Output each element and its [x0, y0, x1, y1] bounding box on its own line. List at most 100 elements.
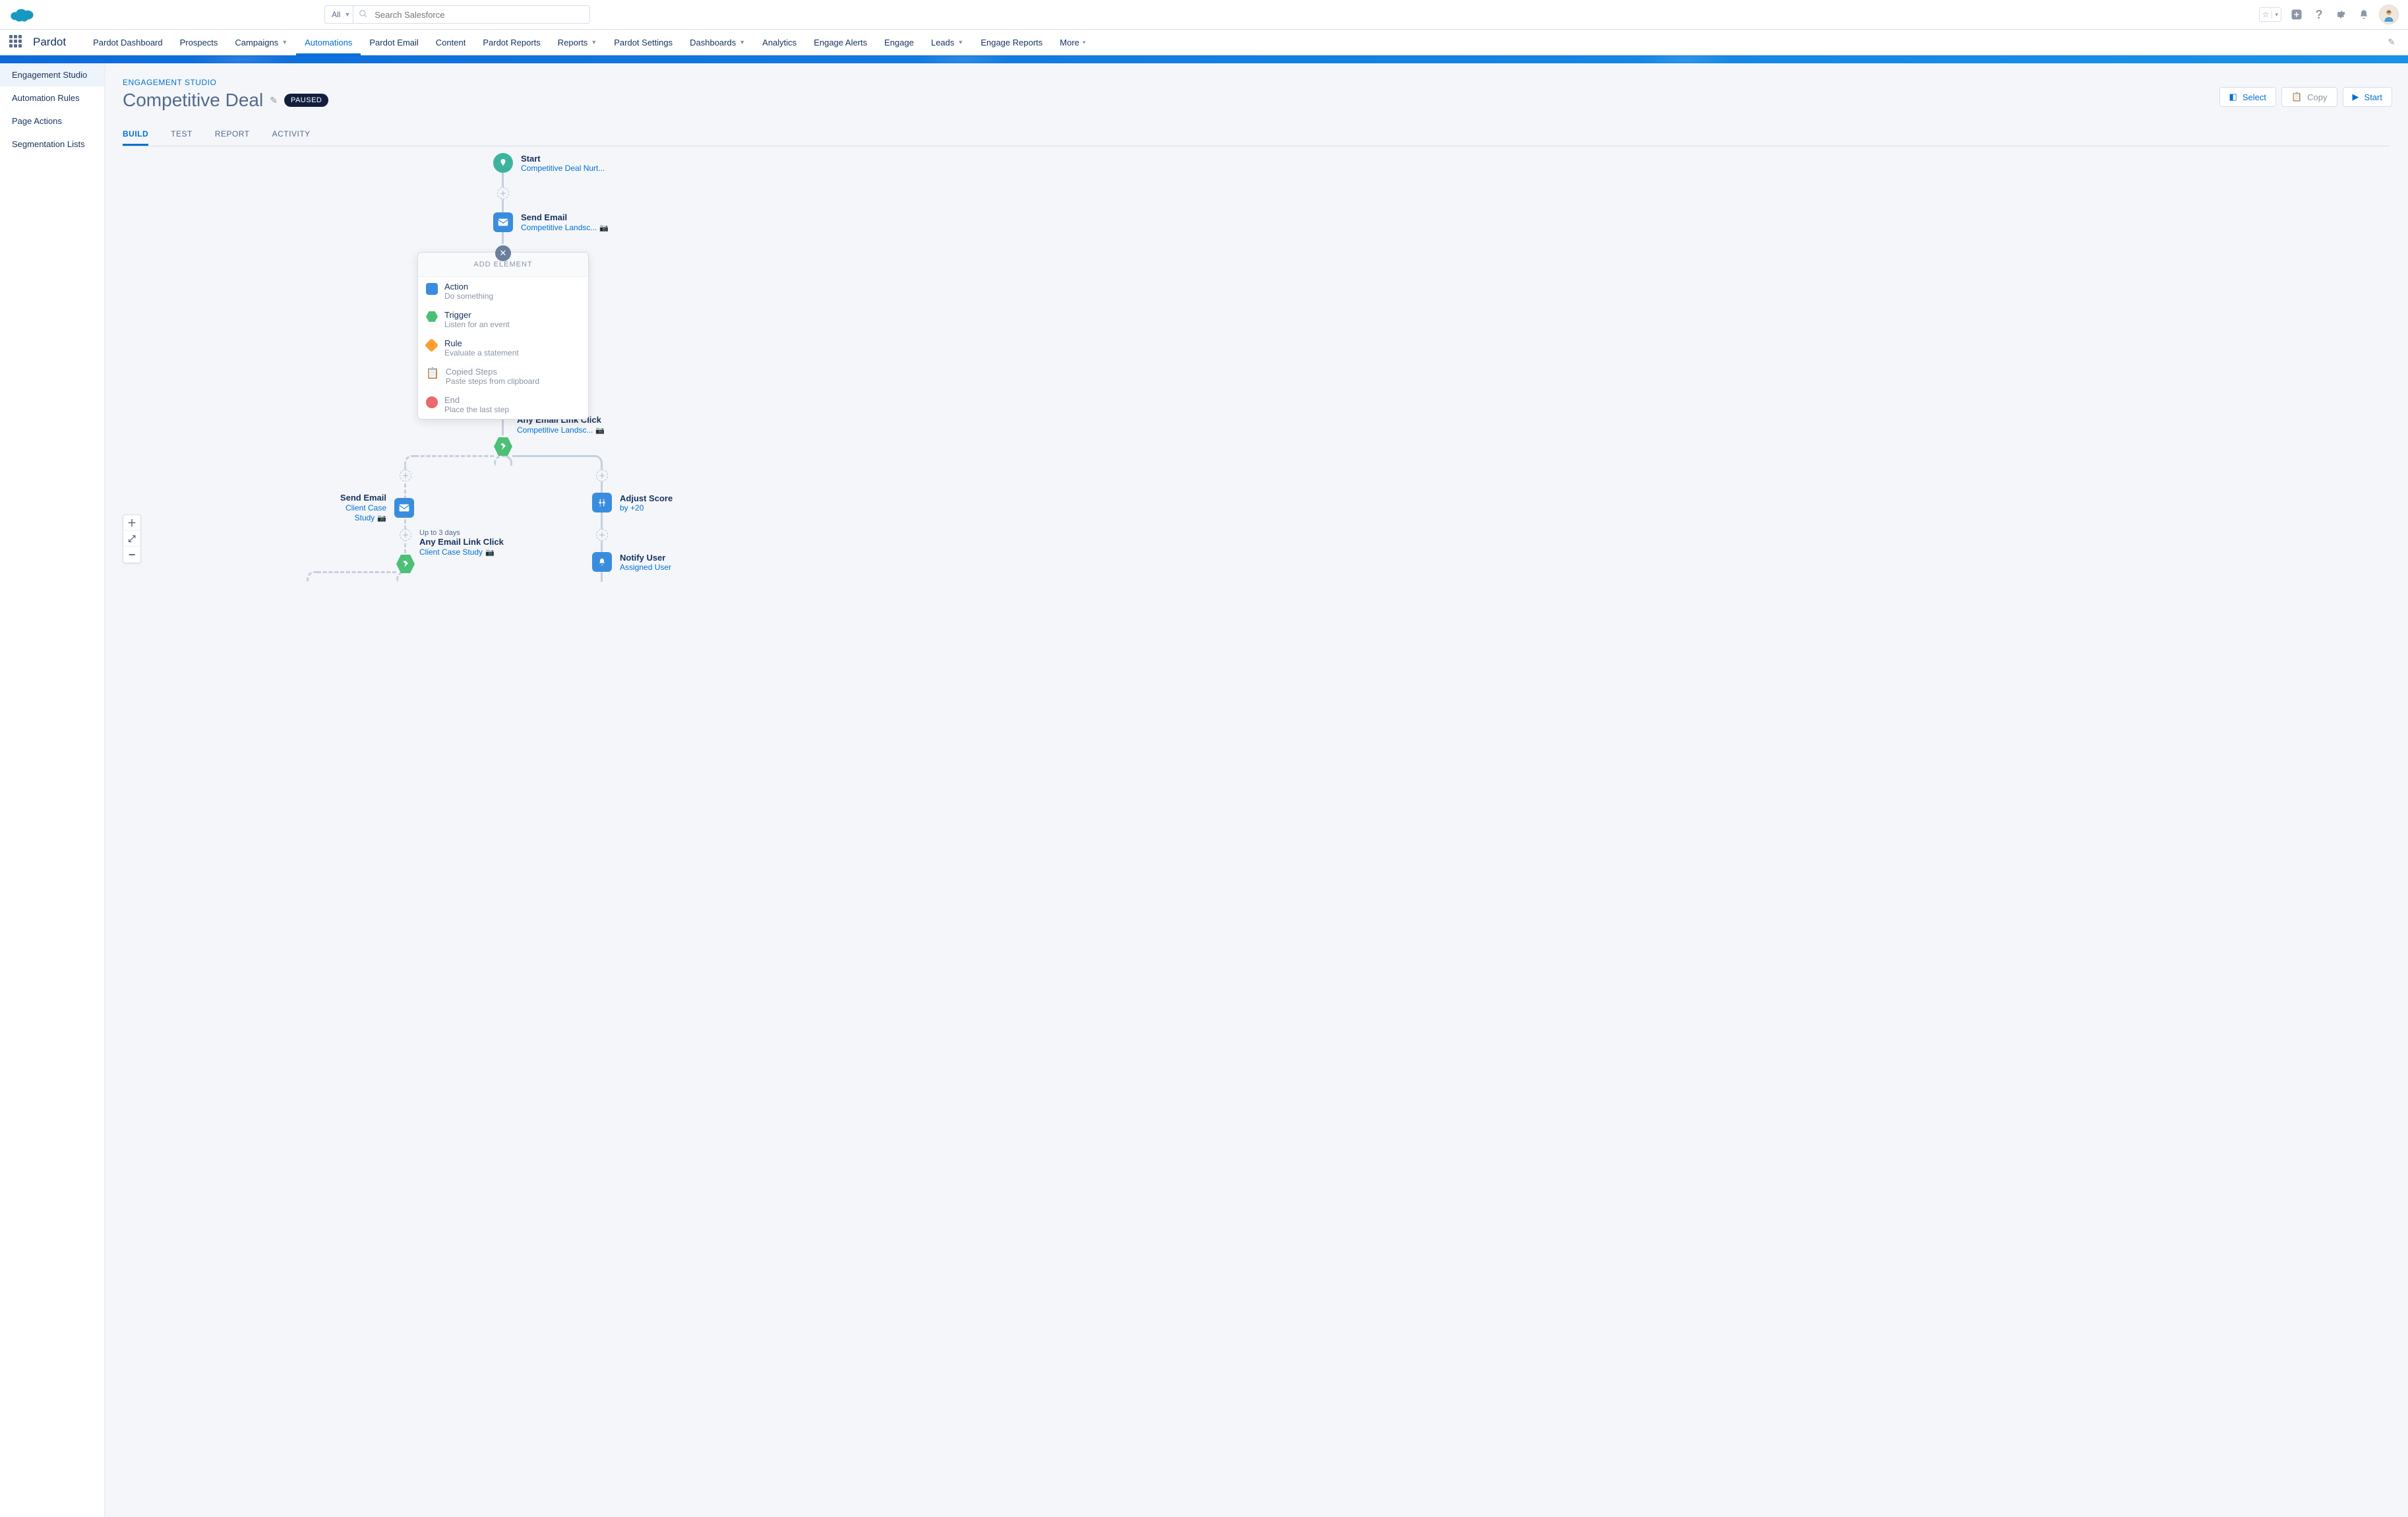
node-send-email-2[interactable]: Send Email Client Case Study📷: [327, 493, 414, 522]
nav-tab-reports[interactable]: Reports▼: [549, 30, 605, 55]
page-header: ENGAGEMENT STUDIO Competitive Deal ✎ PAU…: [104, 63, 2408, 111]
nav-right: ✎: [2384, 35, 2399, 49]
end-icon: [426, 396, 438, 408]
node-notify-user[interactable]: Notify User Assigned User: [592, 552, 671, 572]
add-node-button[interactable]: ＋: [596, 529, 608, 541]
add-trigger-option[interactable]: TriggerListen for an event: [418, 305, 588, 334]
node-trigger-1[interactable]: [493, 437, 513, 456]
sidebar-item-automation-rules[interactable]: Automation Rules: [0, 86, 104, 109]
connector: [317, 571, 396, 573]
node-label: Adjust Score by +20: [620, 493, 673, 512]
connector: [415, 455, 494, 457]
nav-tab-dashboards[interactable]: Dashboards▼: [681, 30, 754, 55]
nav-tab-pardot-reports[interactable]: Pardot Reports: [474, 30, 549, 55]
tab-activity[interactable]: ACTIVITY: [272, 124, 311, 146]
main-content: ENGAGEMENT STUDIO Competitive Deal ✎ PAU…: [104, 63, 2408, 1517]
node-start[interactable]: Start Competitive Deal Nurt...: [493, 153, 605, 173]
header-utilities: ☆ ▾ ?: [2259, 5, 2399, 24]
node-trigger-2-label[interactable]: Up to 3 days Any Email Link Click Client…: [419, 529, 504, 557]
nav-tab-more[interactable]: More▾: [1051, 30, 1094, 55]
close-panel-button[interactable]: ✕: [495, 245, 511, 261]
camera-icon: 📷: [485, 549, 495, 557]
svg-text:9: 9: [603, 498, 605, 501]
zoom-in-button[interactable]: ＋: [123, 515, 140, 531]
nav-tab-prospects[interactable]: Prospects: [171, 30, 227, 55]
search-icon: [359, 9, 368, 20]
chevron-down-icon: ▾: [2272, 11, 2281, 18]
nav-tab-analytics[interactable]: Analytics: [754, 30, 805, 55]
camera-icon: 📷: [599, 224, 609, 232]
add-node-button[interactable]: ＋: [596, 470, 608, 481]
clipboard-icon: 📋: [426, 367, 439, 380]
gear-icon[interactable]: [2334, 7, 2349, 22]
start-button[interactable]: ▶ Start: [2343, 87, 2392, 107]
node-adjust-score[interactable]: 19 Adjust Score by +20: [592, 493, 673, 512]
chevron-down-icon: ▼: [344, 11, 350, 18]
zoom-fit-button[interactable]: ⤢: [123, 531, 140, 547]
chevron-down-icon: ▼: [739, 39, 745, 46]
favorites-control[interactable]: ☆ ▾: [2259, 7, 2281, 22]
flow-canvas[interactable]: Start Competitive Deal Nurt... ＋ Send Em…: [104, 146, 2408, 582]
email-icon: [394, 498, 414, 518]
trigger-icon: [426, 311, 438, 322]
sidebar-item-page-actions[interactable]: Page Actions: [0, 109, 104, 133]
zoom-out-button[interactable]: −: [123, 547, 140, 563]
chevron-down-icon: ▾: [1083, 39, 1086, 46]
pencil-icon[interactable]: ✎: [2384, 35, 2399, 49]
help-icon[interactable]: ?: [2312, 7, 2326, 22]
bell-icon[interactable]: [2357, 7, 2371, 22]
node-trigger-2[interactable]: [396, 554, 415, 574]
tab-test[interactable]: TEST: [171, 124, 193, 146]
sidebar-item-engagement-studio[interactable]: Engagement Studio: [0, 63, 104, 86]
nav-tab-pardot-dashboard[interactable]: Pardot Dashboard: [84, 30, 171, 55]
search-scope-select[interactable]: All▼: [324, 5, 353, 24]
node-label: Up to 3 days Any Email Link Click Client…: [419, 529, 504, 557]
node-label: Send Email Competitive Landsc...📷: [521, 212, 609, 232]
copy-button: 📋 Copy: [2281, 87, 2337, 107]
select-button[interactable]: ◧ Select: [2219, 87, 2276, 107]
avatar[interactable]: [2379, 5, 2399, 24]
sidebar-item-segmentation-lists[interactable]: Segmentation Lists: [0, 133, 104, 156]
zoom-controls: ＋ ⤢ −: [123, 514, 141, 563]
app-launcher-icon[interactable]: [9, 35, 24, 49]
connector: [404, 455, 415, 466]
nav-tabs: Pardot Dashboard Prospects Campaigns▼ Au…: [84, 30, 1094, 55]
svg-text:1: 1: [599, 504, 601, 507]
add-node-button[interactable]: ＋: [400, 470, 411, 481]
connector: [512, 455, 594, 457]
add-rule-option[interactable]: RuleEvaluate a statement: [418, 334, 588, 362]
connector: [502, 173, 504, 244]
builder-tabs: BUILD TEST REPORT ACTIVITY: [123, 124, 2390, 146]
nav-tab-pardot-settings[interactable]: Pardot Settings: [605, 30, 681, 55]
global-search: All▼: [324, 5, 590, 24]
clipboard-icon: 📋: [2291, 92, 2302, 102]
chevron-down-icon: ▼: [591, 39, 597, 46]
nav-tab-engage[interactable]: Engage: [876, 30, 922, 55]
nav-tab-content[interactable]: Content: [427, 30, 475, 55]
breadcrumb[interactable]: ENGAGEMENT STUDIO: [123, 78, 2390, 87]
add-node-button[interactable]: ＋: [400, 529, 411, 541]
add-icon[interactable]: [2289, 7, 2304, 22]
tab-report[interactable]: REPORT: [215, 124, 250, 146]
camera-icon: 📷: [377, 514, 386, 522]
email-icon: [493, 212, 513, 232]
star-icon: ☆: [2260, 10, 2272, 19]
edit-icon[interactable]: ✎: [270, 95, 278, 106]
rule-icon: [425, 338, 438, 352]
nav-tab-engage-alerts[interactable]: Engage Alerts: [805, 30, 876, 55]
nav-tab-pardot-email[interactable]: Pardot Email: [361, 30, 427, 55]
tab-build[interactable]: BUILD: [123, 124, 148, 146]
chevron-down-icon: ▼: [957, 39, 963, 46]
page-actions: ◧ Select 📋 Copy ▶ Start: [2219, 87, 2392, 107]
node-send-email-1[interactable]: Send Email Competitive Landsc...📷: [493, 212, 609, 232]
nav-tab-leads[interactable]: Leads▼: [922, 30, 972, 55]
add-node-button[interactable]: ＋: [497, 187, 509, 199]
nav-tab-campaigns[interactable]: Campaigns▼: [226, 30, 296, 55]
nav-tab-automations[interactable]: Automations: [296, 30, 361, 55]
add-action-option[interactable]: ActionDo something: [418, 277, 588, 305]
search-input[interactable]: [373, 9, 584, 20]
nav-tab-engage-reports[interactable]: Engage Reports: [972, 30, 1051, 55]
add-end-option: EndPlace the last step: [418, 390, 588, 419]
sidebar: Engagement Studio Automation Rules Page …: [0, 63, 104, 1517]
add-element-panel: ADD ELEMENT ActionDo something TriggerLi…: [417, 252, 589, 419]
